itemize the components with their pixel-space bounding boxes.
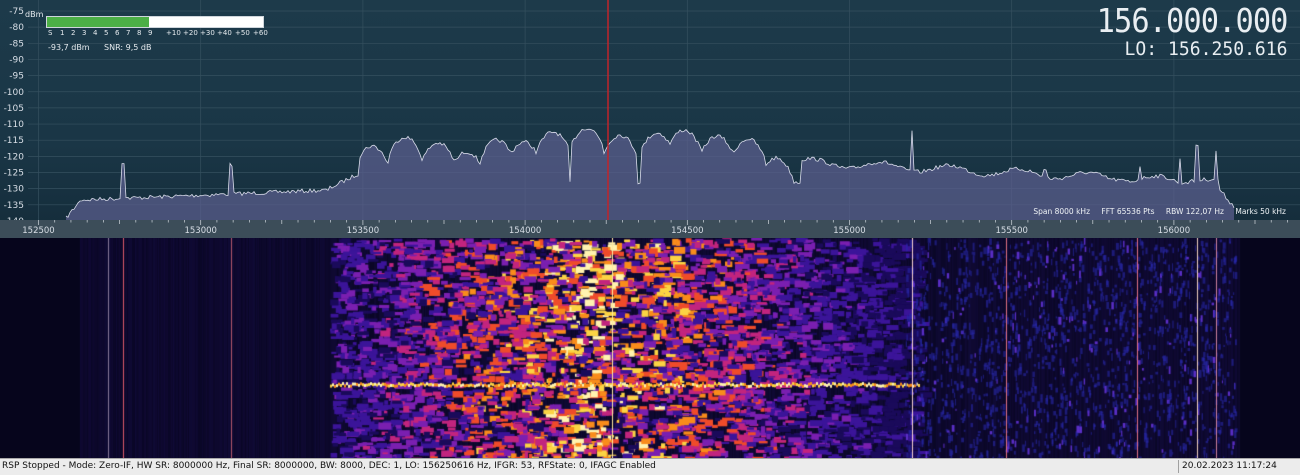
rbw-info: RBW 122,07 Hz [1165,207,1224,216]
signal-level-readout: -93,7 dBm [48,43,90,52]
marks-info: Marks 50 kHz [1235,207,1286,216]
fft-info-line: Span 8000 kHz FFT 65536 Pts RBW 122,07 H… [1024,207,1286,216]
s-meter-scale: S 1 2 3 4 5 6 7 8 9 +10 +20 +30 +40 +50 +60 [48,29,268,39]
s-meter-scale-label: 1 [60,29,65,37]
y-axis-label: -95 [9,72,24,82]
y-axis-label: -115 [4,136,24,146]
y-axis-label: -135 [4,201,24,211]
s-meter-scale-label: 2 [71,29,76,37]
frequency-label: 155000 [833,226,865,236]
y-axis-label: -110 [4,120,25,130]
span-info: Span 8000 kHz [1033,207,1091,216]
y-axis-label: -75 [9,7,24,17]
frequency-label: 154500 [671,226,703,236]
s-meter-scale-label: 9 [148,29,153,37]
s-meter-scale-label: +50 [235,29,250,37]
fft-size-info: FFT 65536 Pts [1101,207,1155,216]
y-axis-label: -130 [4,185,25,195]
status-text: RSP Stopped - Mode: Zero-IF, HW SR: 8000… [2,461,656,471]
s-meter-level-fill [47,17,149,27]
frequency-label: 155500 [995,226,1027,236]
s-meter-scale-label: S [48,29,53,37]
y-axis-label: -100 [4,88,25,98]
s-meter-scale-label: 3 [82,29,87,37]
s-meter-bar [46,16,264,28]
s-meter-scale-label: 5 [104,29,109,37]
frequency-label: 153500 [347,226,379,236]
spectrum-panel[interactable]: -75 -80 -85 -90 -95 -100 -105 -110 -115 -120 -125 -… [0,0,1300,238]
frequency-label: 156000 [1158,226,1190,236]
s-meter-scale-label: 4 [93,29,98,37]
waterfall-display[interactable] [0,238,1300,458]
lo-frequency[interactable]: LO: 156.250.616 [1091,38,1288,60]
s-meter-scale-label: 6 [115,29,120,37]
y-axis-label: -90 [9,55,24,65]
s-meter-scale-label: +10 [166,29,181,37]
y-axis-label: -105 [4,104,24,114]
vfo-frequency[interactable]: 156.000.000 [1097,4,1289,38]
status-separator [1178,460,1179,473]
dbm-unit-label: dBm [25,10,44,19]
s-meter-scale-label: 7 [126,29,131,37]
y-axis-label: -120 [4,152,25,162]
frequency-display[interactable]: 156.000.000 LO: 156.250.616 [1080,4,1289,61]
y-axis-label: -85 [9,39,24,49]
s-meter-scale-label: +40 [217,29,232,37]
snr-readout: SNR: 9,5 dB [104,43,152,52]
frequency-label: 152500 [22,226,54,236]
frequency-label: 153000 [184,226,216,236]
waterfall-canvas[interactable] [0,238,1300,458]
s-meter-scale-label: +20 [183,29,198,37]
y-axis-label: -80 [9,23,24,33]
status-bar: RSP Stopped - Mode: Zero-IF, HW SR: 8000… [0,458,1300,475]
s-meter-scale-label: +30 [200,29,215,37]
y-axis-label: -125 [4,169,24,179]
s-meter-scale-label: 8 [137,29,142,37]
frequency-label: 154000 [509,226,541,236]
y-axis-labels: -75 -80 -85 -90 -95 -100 -105 -110 -115 -120 -125 -… [4,7,25,227]
sdr-app-window: -75 -80 -85 -90 -95 -100 -105 -110 -115 -120 -125 -… [0,0,1300,475]
s-meter-scale-label: +60 [253,29,268,37]
status-datetime: 20.02.2023 11:17:24 [1182,461,1277,471]
